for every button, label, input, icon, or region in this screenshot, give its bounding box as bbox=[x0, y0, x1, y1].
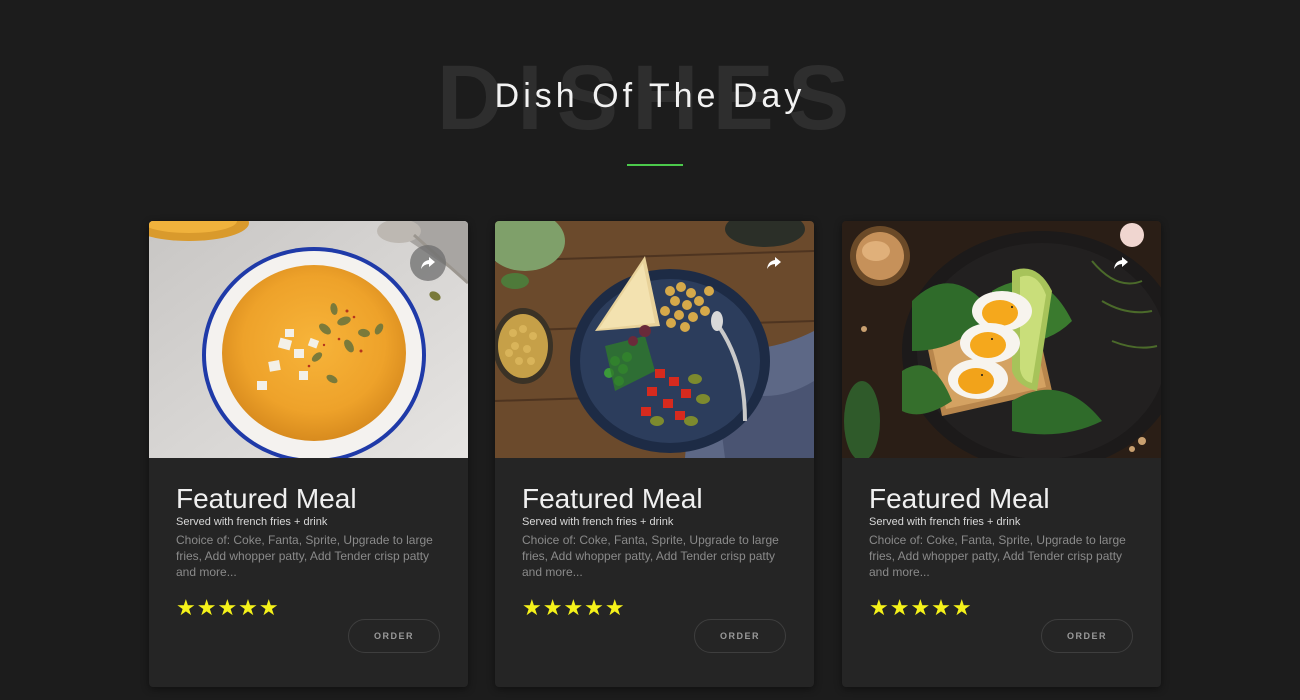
card-title: Featured Meal bbox=[522, 483, 703, 514]
order-button[interactable]: ORDER bbox=[348, 619, 440, 653]
card-body: Featured Meal Served with french fries +… bbox=[495, 458, 814, 687]
order-button[interactable]: ORDER bbox=[694, 619, 786, 653]
dish-card-list: Featured Meal Served with french fries +… bbox=[149, 221, 1161, 687]
card-description: Choice of: Coke, Fanta, Sprite, Upgrade … bbox=[176, 533, 433, 579]
rating-stars: ★★★★★ bbox=[522, 596, 626, 621]
page-title: Dish Of The Day bbox=[494, 77, 806, 115]
share-button[interactable] bbox=[410, 245, 446, 281]
share-icon bbox=[421, 257, 435, 269]
heading-underline bbox=[627, 164, 683, 166]
card-title: Featured Meal bbox=[869, 483, 1050, 514]
page: DISHES Dish Of The Day Featured Meal Ser… bbox=[0, 0, 1300, 700]
dish-card: Featured Meal Served with french fries +… bbox=[842, 221, 1161, 687]
card-subtitle: Served with french fries + drink bbox=[869, 516, 1021, 528]
dish-image-egg-toast bbox=[842, 221, 1161, 458]
card-subtitle: Served with french fries + drink bbox=[176, 516, 328, 528]
rating-stars: ★★★★★ bbox=[176, 596, 280, 621]
card-body: Featured Meal Served with french fries +… bbox=[149, 458, 468, 687]
dish-card: Featured Meal Served with french fries +… bbox=[495, 221, 814, 687]
rating-stars: ★★★★★ bbox=[869, 596, 973, 621]
section-heading: DISHES Dish Of The Day bbox=[0, 48, 1300, 148]
dish-image-soup bbox=[149, 221, 468, 458]
share-button[interactable] bbox=[1103, 245, 1139, 281]
card-title: Featured Meal bbox=[176, 483, 357, 514]
share-icon bbox=[1114, 257, 1128, 269]
card-body: Featured Meal Served with french fries +… bbox=[842, 458, 1161, 687]
dish-image-salad bbox=[495, 221, 814, 458]
card-subtitle: Served with french fries + drink bbox=[522, 516, 674, 528]
share-icon bbox=[767, 257, 781, 269]
order-button[interactable]: ORDER bbox=[1041, 619, 1133, 653]
share-button[interactable] bbox=[756, 245, 792, 281]
card-description: Choice of: Coke, Fanta, Sprite, Upgrade … bbox=[869, 533, 1126, 579]
card-description: Choice of: Coke, Fanta, Sprite, Upgrade … bbox=[522, 533, 779, 579]
dish-card: Featured Meal Served with french fries +… bbox=[149, 221, 468, 687]
